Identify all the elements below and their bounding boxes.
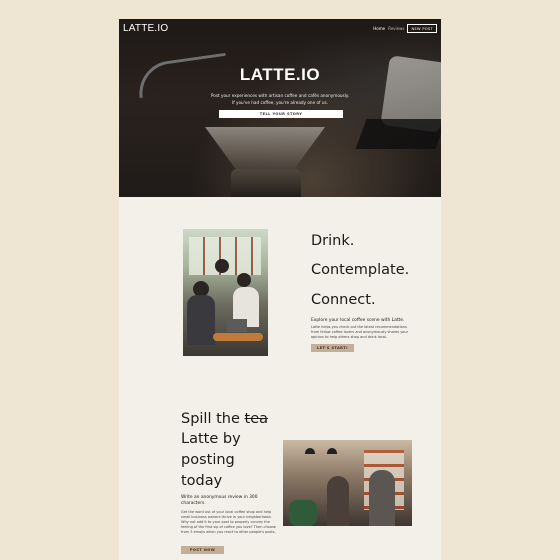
laptop-image [227,319,247,332]
intro-heading-contemplate: Contemplate. [311,262,410,278]
brand-logo[interactable]: LATTE.IO [123,23,168,34]
lamp-image [305,448,315,454]
hero-subtitle-line1: Post your experiences with artisan coffe… [210,93,350,98]
nav-home-link[interactable]: Home [373,26,385,31]
nav-reviews-link[interactable]: Reviews [388,26,404,31]
post-heading-struck-word: tea [244,411,269,427]
person-head [215,259,229,273]
intro-heading-connect: Connect. [311,292,376,308]
hero-section: LATTE.IO Home Reviews NEW POST LATTE.IO … [119,19,441,197]
lets-start-button[interactable]: LET'S START! [311,344,354,352]
top-nav: Home Reviews NEW POST [373,24,437,33]
table-image [213,333,263,341]
hero-overlay [119,19,441,197]
tell-your-story-button[interactable]: TELL YOUR STORY [219,110,343,118]
plant-image [289,500,317,526]
person-head [237,273,251,287]
post-heading-line2: Latte by [181,431,241,447]
post-heading-line3: posting [181,452,235,468]
cafe-friends-photo [183,229,268,356]
hero-subtitle-line2: If you've had coffee, you're already one… [231,100,329,105]
post-lead: Write an anonymous review in 300 charact… [181,495,258,506]
barista-figure [327,476,349,526]
post-now-button[interactable]: POST NOW [181,546,224,554]
intro-heading-drink: Drink. [311,233,355,249]
barista-photo [283,440,412,526]
barista-figure [369,470,395,526]
lamp-image [327,448,337,454]
post-body: Get the word out of your local coffee sh… [181,510,276,534]
post-heading-line1: Spill the tea [181,411,268,427]
post-heading-line4: today [181,473,223,489]
new-post-button[interactable]: NEW POST [407,24,437,33]
person-body [187,295,215,345]
post-heading-word: Spill the [181,411,240,427]
intro-tagline: Explore your local coffee scene with Lat… [311,318,405,323]
hero-title: LATTE.IO [239,65,321,84]
intro-body: Latte helps you check out the latest rec… [311,325,409,339]
landing-page: LATTE.IO Home Reviews NEW POST LATTE.IO … [119,19,441,560]
